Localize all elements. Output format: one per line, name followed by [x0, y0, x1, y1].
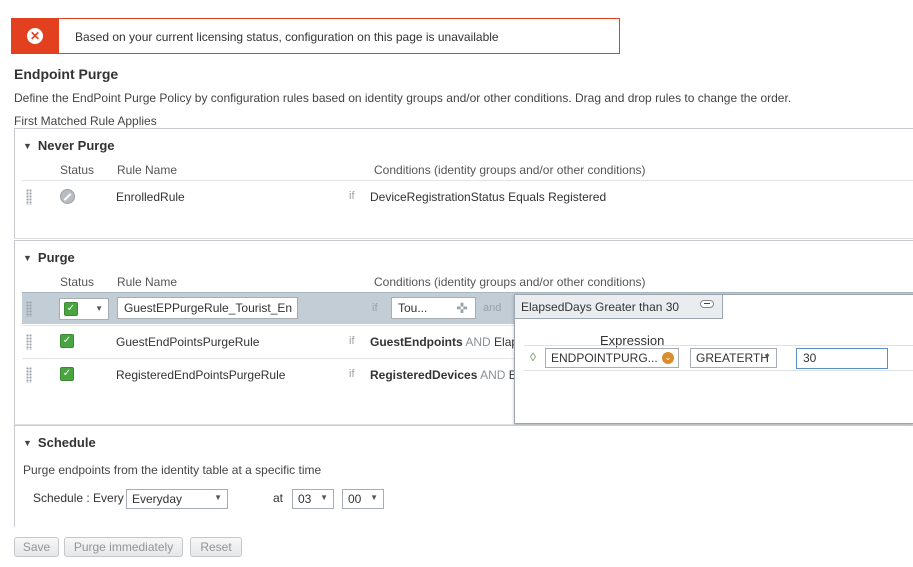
- operator-value: GREATERTH: [696, 351, 769, 365]
- purge-immediately-button[interactable]: Purge immediately: [64, 537, 183, 557]
- status-dropdown[interactable]: ✓ ▼: [59, 298, 109, 320]
- if-label: if: [349, 335, 355, 347]
- condition-tab-label: ElapsedDays Greater than 30: [521, 300, 680, 314]
- purge-title: Purge: [37, 250, 75, 265]
- add-icon[interactable]: ✜: [455, 301, 469, 315]
- condition-group: GuestEndpoints: [370, 335, 463, 349]
- never-purge-header[interactable]: ▼ Never Purge: [23, 138, 115, 153]
- identity-group-value: Tou...: [398, 301, 428, 315]
- rule-condition: DeviceRegistrationStatus Equals Register…: [370, 190, 607, 204]
- table-row[interactable]: EnrolledRule if DeviceRegistrationStatus…: [22, 180, 913, 212]
- schedule-section: ▼ Schedule Purge endpoints from the ident…: [14, 425, 913, 527]
- rule-condition: GuestEndpoints AND Elap: [370, 335, 518, 349]
- collapse-triangle-icon: ▼: [23, 141, 32, 151]
- drag-handle-icon[interactable]: [26, 367, 32, 383]
- and-label: and: [483, 302, 502, 314]
- if-label: if: [372, 302, 378, 314]
- collapse-triangle-icon: ▼: [23, 438, 32, 448]
- col-conditions: Conditions (identity groups and/or other…: [374, 163, 646, 177]
- operator-select[interactable]: GREATERTH ▼: [690, 348, 777, 368]
- enabled-check-icon: ✓: [60, 367, 74, 381]
- chevron-down-icon: ▼: [370, 493, 378, 502]
- never-purge-section: ▼ Never Purge Status Rule Name Conditions…: [14, 128, 913, 239]
- expression-value-input[interactable]: 30: [796, 348, 888, 369]
- if-label: if: [349, 190, 355, 202]
- attribute-select[interactable]: ENDPOINTPURG... ⌄: [545, 348, 679, 368]
- rule-name: RegisteredEndPointsPurgeRule: [116, 368, 286, 382]
- minute-value: 00: [348, 492, 362, 506]
- check-icon: ✓: [64, 302, 78, 316]
- first-matched-label: First Matched Rule Applies: [14, 114, 157, 128]
- col-rule-name: Rule Name: [117, 163, 178, 177]
- collapse-triangle-icon: ▼: [23, 253, 32, 263]
- condition-tab[interactable]: ElapsedDays Greater than 30: [515, 295, 723, 319]
- minute-select[interactable]: 00 ▼: [342, 489, 384, 509]
- collapse-icon[interactable]: [700, 300, 714, 308]
- rule-name: EnrolledRule: [116, 190, 185, 204]
- drag-handle-icon[interactable]: [26, 189, 32, 205]
- if-label: if: [349, 368, 355, 380]
- schedule-description: Purge endpoints from the identity table …: [23, 463, 322, 477]
- expression-row: ◊ ENDPOINTPURG... ⌄ GREATERTH ▼ 30: [524, 345, 913, 371]
- hour-value: 03: [298, 492, 312, 506]
- schedule-header[interactable]: ▼ Schedule: [23, 435, 96, 450]
- alert-message: Based on your current licensing status, …: [75, 30, 499, 44]
- frequency-select[interactable]: Everyday ▼: [126, 489, 228, 509]
- disabled-status-icon: [60, 189, 75, 204]
- attribute-value: ENDPOINTPURG...: [551, 351, 658, 365]
- page-description: Define the EndPoint Purge Policy by conf…: [14, 91, 792, 105]
- frequency-value: Everyday: [132, 492, 183, 506]
- chevron-down-icon: ▼: [95, 304, 103, 313]
- purge-header[interactable]: ▼ Purge: [23, 250, 75, 265]
- attribute-picker-icon[interactable]: ⌄: [662, 352, 674, 364]
- page-title: Endpoint Purge: [14, 66, 119, 82]
- col-status: Status: [60, 163, 95, 177]
- identity-group-input[interactable]: Tou... ✜: [391, 297, 476, 319]
- error-icon: ✕: [27, 28, 43, 44]
- col-rule-name: Rule Name: [117, 275, 178, 289]
- chevron-down-icon: ▼: [320, 493, 328, 502]
- enabled-check-icon: ✓: [60, 334, 74, 348]
- col-status: Status: [60, 275, 95, 289]
- drag-handle-icon[interactable]: [26, 334, 32, 350]
- at-label: at: [273, 491, 284, 505]
- schedule-title: Schedule: [37, 435, 96, 450]
- rule-condition: RegisteredDevices AND E: [370, 368, 517, 382]
- condition-and: AND: [480, 368, 506, 382]
- chevron-down-icon: ▼: [214, 493, 222, 502]
- diamond-icon: ◊: [530, 350, 536, 364]
- condition-group: RegisteredDevices: [370, 368, 478, 382]
- hour-select[interactable]: 03 ▼: [292, 489, 334, 509]
- license-alert: ✕ Based on your current licensing status…: [11, 18, 620, 54]
- never-purge-title: Never Purge: [37, 138, 115, 153]
- chevron-down-icon: ▼: [763, 352, 771, 361]
- rule-name-input[interactable]: GuestEPPurgeRule_Tourist_En: [117, 297, 298, 319]
- condition-and: AND: [465, 335, 491, 349]
- col-conditions: Conditions (identity groups and/or other…: [374, 275, 646, 289]
- rule-name: GuestEndPointsPurgeRule: [116, 335, 260, 349]
- reset-button[interactable]: Reset: [190, 537, 242, 557]
- save-button[interactable]: Save: [14, 537, 59, 557]
- drag-handle-icon[interactable]: [26, 301, 32, 317]
- alert-icon-box: ✕: [12, 19, 59, 53]
- schedule-every-label: Schedule : Every: [33, 491, 124, 505]
- condition-editor-popup: ElapsedDays Greater than 30 Expression ◊…: [514, 294, 913, 424]
